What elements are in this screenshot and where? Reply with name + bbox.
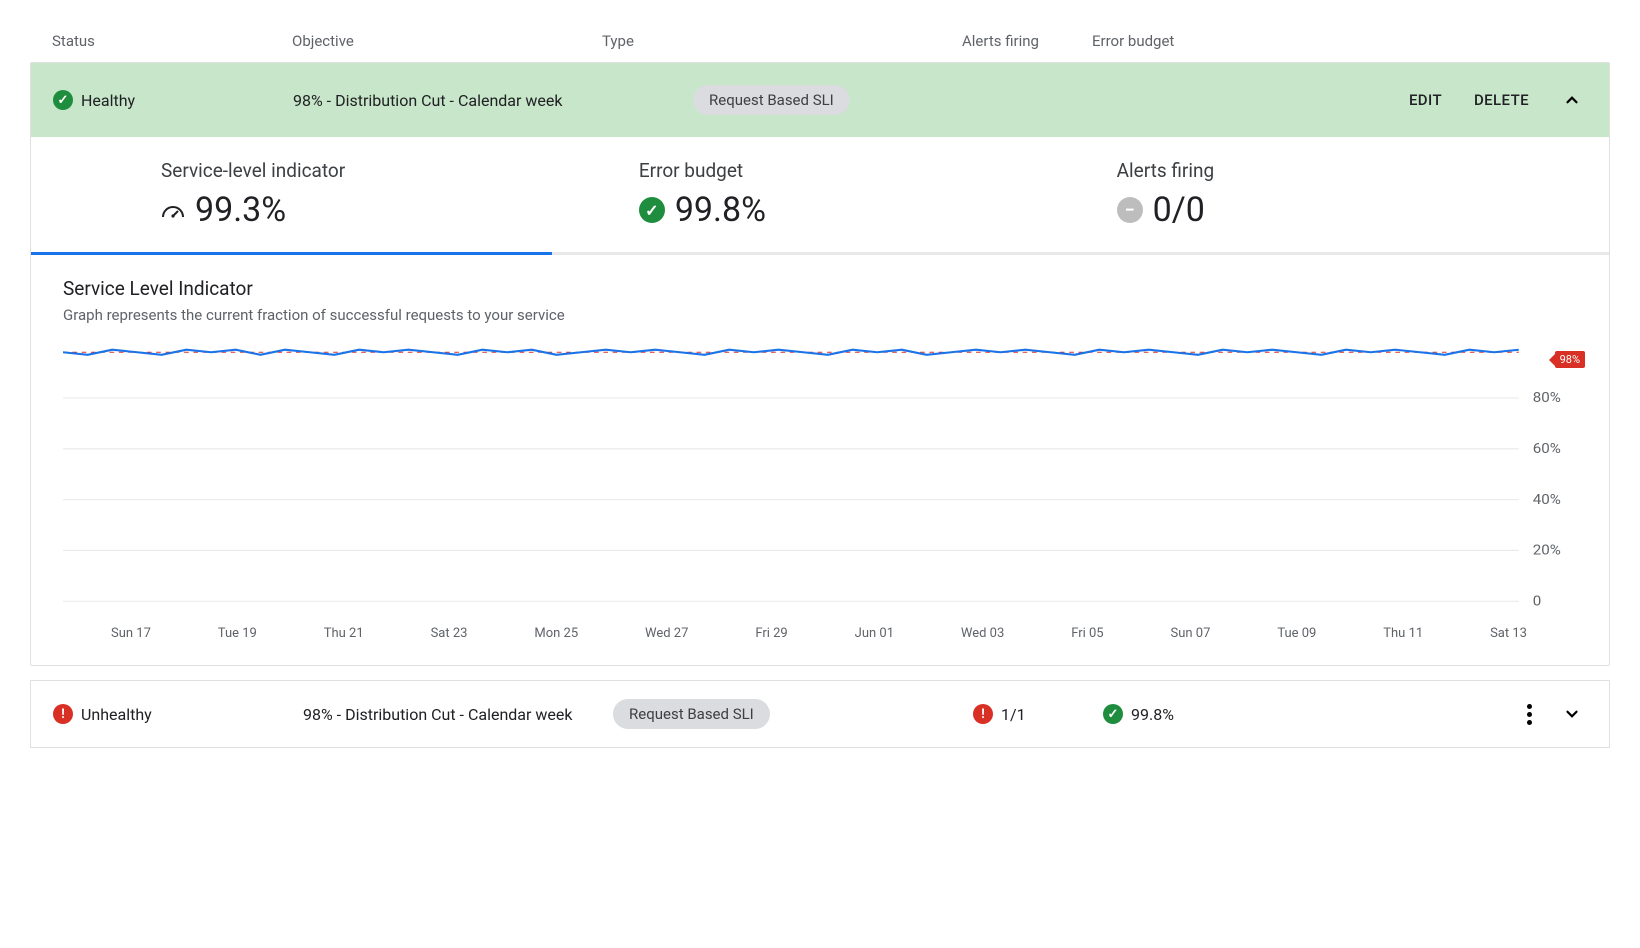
edit-button[interactable]: EDIT xyxy=(1409,91,1442,109)
svg-text:20%: 20% xyxy=(1533,543,1561,558)
objective-text: 98% - Distribution Cut - Calendar week xyxy=(303,705,583,724)
header-status: Status xyxy=(52,32,292,50)
chart-title: Service Level Indicator xyxy=(63,277,1577,300)
chart-section: Service Level Indicator Graph represents… xyxy=(31,255,1609,665)
gauge-icon xyxy=(161,200,185,220)
type-badge: Request Based SLI xyxy=(613,699,770,729)
chevron-up-icon[interactable] xyxy=(1561,89,1583,111)
type-badge: Request Based SLI xyxy=(693,85,850,115)
table-header: Status Objective Type Alerts firing Erro… xyxy=(30,20,1610,62)
chart-area: 020%40%60%80% 98% xyxy=(63,342,1577,622)
chevron-down-icon[interactable] xyxy=(1561,703,1583,725)
svg-text:60%: 60% xyxy=(1533,442,1561,457)
chart-subtitle: Graph represents the current fraction of… xyxy=(63,306,1577,324)
budget-value: 99.8% xyxy=(1131,705,1174,724)
svg-text:40%: 40% xyxy=(1533,492,1561,507)
status-text: Unhealthy xyxy=(81,705,152,724)
slo-summary-row[interactable]: ✓ Healthy 98% - Distribution Cut - Calen… xyxy=(31,63,1609,137)
sli-chart: 0 20% 40% 60% 80% xyxy=(63,342,1577,622)
metrics-row: Service-level indicator 99.3% Error budg… xyxy=(31,137,1609,255)
check-circle-icon: ✓ xyxy=(1103,704,1123,724)
alerts-value: 1/1 xyxy=(1001,705,1026,724)
objective-text: 98% - Distribution Cut - Calendar week xyxy=(293,91,693,110)
error-circle-icon: ! xyxy=(973,704,993,724)
threshold-tag: 98% xyxy=(1555,351,1585,368)
header-budget: Error budget xyxy=(1092,32,1292,50)
check-circle-icon: ✓ xyxy=(53,90,73,110)
slo-card-expanded: ✓ Healthy 98% - Distribution Cut - Calen… xyxy=(30,62,1610,666)
delete-button[interactable]: DELETE xyxy=(1474,91,1529,109)
metric-budget[interactable]: Error budget ✓ 99.8% xyxy=(639,159,1117,230)
more-options-icon[interactable] xyxy=(1519,700,1539,729)
metric-alerts[interactable]: Alerts firing − 0/0 xyxy=(1117,159,1595,230)
status-text: Healthy xyxy=(81,91,135,110)
svg-text:80%: 80% xyxy=(1533,391,1561,406)
header-type: Type xyxy=(602,32,962,50)
check-circle-icon: ✓ xyxy=(639,197,665,223)
metric-sli[interactable]: Service-level indicator 99.3% xyxy=(161,159,639,230)
metric-budget-value: 99.8% xyxy=(675,190,766,230)
chart-x-axis: Sun 17Tue 19Thu 21Sat 23Mon 25Wed 27Fri … xyxy=(63,622,1577,641)
metric-alerts-value: 0/0 xyxy=(1153,190,1205,230)
metric-sli-label: Service-level indicator xyxy=(161,159,639,182)
minus-circle-icon: − xyxy=(1117,197,1143,223)
header-alerts: Alerts firing xyxy=(962,32,1092,50)
svg-text:0: 0 xyxy=(1533,594,1542,609)
error-circle-icon: ! xyxy=(53,704,73,724)
metric-alerts-label: Alerts firing xyxy=(1117,159,1595,182)
active-tab-underline xyxy=(31,252,552,255)
slo-summary-row-collapsed[interactable]: ! Unhealthy 98% - Distribution Cut - Cal… xyxy=(30,680,1610,748)
metric-sli-value: 99.3% xyxy=(195,190,286,230)
header-objective: Objective xyxy=(292,32,602,50)
metric-budget-label: Error budget xyxy=(639,159,1117,182)
